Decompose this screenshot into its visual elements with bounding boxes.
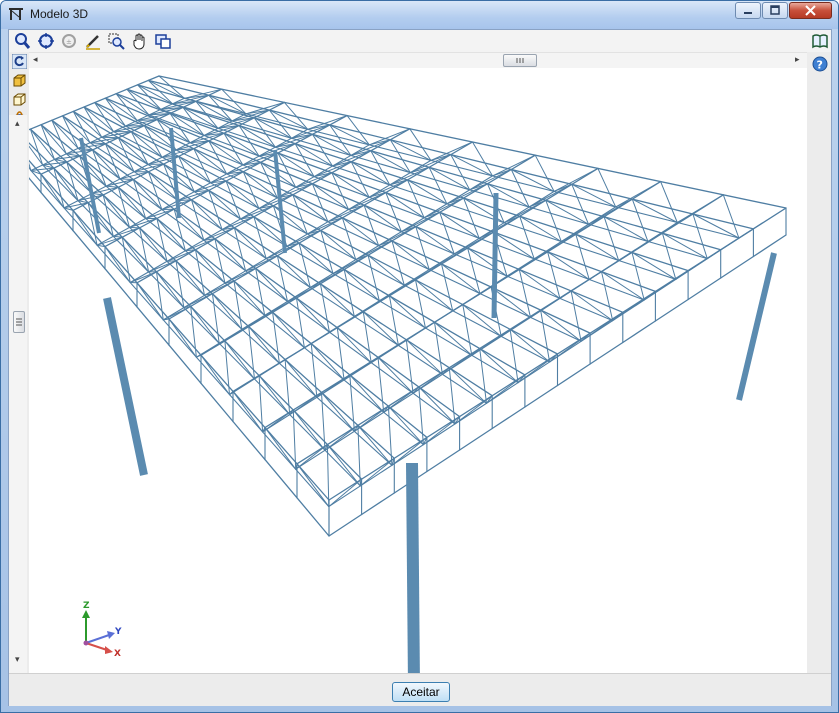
support-column: [736, 252, 777, 401]
top-toolbar: ±: [9, 30, 831, 52]
pencil-icon[interactable]: [84, 32, 102, 50]
vertical-scrollbar[interactable]: ▴ ▾: [9, 115, 27, 673]
minimize-icon: [744, 12, 752, 14]
help-icon[interactable]: ?: [812, 56, 828, 72]
close-button[interactable]: [789, 2, 832, 19]
zoom-window-icon[interactable]: [107, 32, 125, 50]
horizontal-scrollbar[interactable]: ◂ ▸: [29, 52, 807, 69]
book-icon[interactable]: [811, 32, 829, 50]
zoom-previous-icon[interactable]: ±: [60, 32, 78, 50]
axis-x-label: X: [114, 649, 121, 658]
accept-button[interactable]: Aceitar: [392, 682, 450, 702]
cube-icon[interactable]: [12, 73, 27, 88]
axis-z-label: Z: [83, 601, 90, 611]
support-column: [406, 462, 420, 673]
maximize-button[interactable]: [762, 2, 788, 19]
maximize-icon: [770, 5, 780, 15]
grip-icon: [516, 58, 524, 63]
zoom-extents-icon[interactable]: [37, 32, 55, 50]
grip-icon: [16, 318, 22, 326]
scroll-down-icon[interactable]: ▾: [15, 655, 20, 665]
support-column: [103, 297, 148, 476]
pan-hand-icon[interactable]: [131, 32, 149, 50]
client-area: ± ? ◂ ▸ ▴ ▾ Z Y X Aceitar: [8, 29, 832, 706]
close-icon: [805, 5, 816, 16]
axis-triad: Z Y X: [82, 601, 122, 658]
structure-app-icon: [9, 8, 23, 20]
axis-y-label: Y: [114, 627, 122, 637]
horizontal-scroll-thumb[interactable]: [503, 54, 537, 67]
copy-view-icon[interactable]: [154, 32, 172, 50]
vertical-scroll-thumb[interactable]: [13, 311, 25, 333]
scroll-right-icon[interactable]: ▸: [795, 55, 800, 65]
support-column: [491, 192, 499, 319]
svg-text:±: ±: [66, 38, 72, 46]
space-frame-model: [29, 75, 787, 673]
app-window: Modelo 3D ± ? ◂ ▸ ▴ ▾ Z Y X Aceitar: [0, 0, 839, 713]
minimize-button[interactable]: [735, 2, 761, 19]
title-bar[interactable]: Modelo 3D: [1, 1, 838, 29]
scroll-up-icon[interactable]: ▴: [15, 119, 20, 129]
window-title: Modelo 3D: [30, 7, 89, 21]
svg-text:?: ?: [817, 59, 823, 72]
zoom-icon[interactable]: [13, 32, 31, 50]
dialog-button-bar: Aceitar: [9, 673, 831, 706]
caption-buttons: [734, 2, 832, 19]
scroll-left-icon[interactable]: ◂: [33, 55, 38, 65]
3d-viewport[interactable]: Z Y X: [29, 68, 807, 673]
rotate-icon[interactable]: [11, 53, 28, 70]
wire-cube-icon[interactable]: [12, 92, 27, 107]
